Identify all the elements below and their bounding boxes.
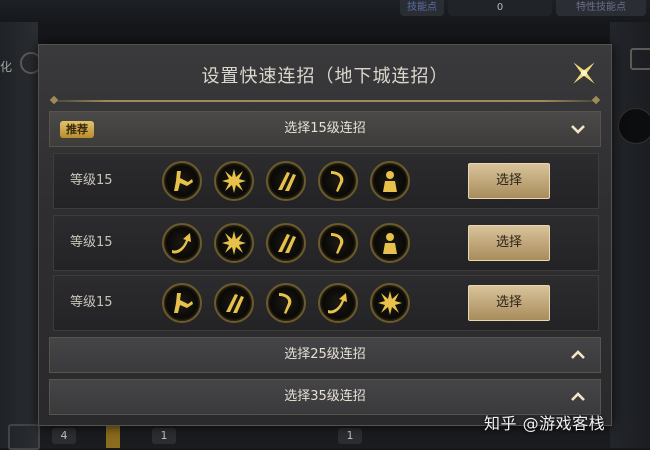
claw-skill-icon (318, 161, 358, 201)
combo-row: 等级15 选择 (53, 215, 599, 271)
bg-slot-count: 1 (152, 428, 176, 444)
dialog-title: 设置快速连招（地下城连招） (201, 66, 449, 87)
bg-gold-bar (106, 425, 120, 448)
slash-skill-icon (266, 223, 306, 263)
fighter-skill-icon (370, 223, 410, 263)
select-combo-button[interactable]: 选择 (468, 163, 550, 199)
slash-skill-icon (266, 161, 306, 201)
bg-trait-points-label: 特性技能点 (556, 0, 646, 16)
section-label: 选择25级连招 (284, 347, 366, 362)
combo-row: 等级15 选择 (53, 275, 599, 331)
combo-level-label: 等级15 (70, 173, 113, 188)
bg-square-icon (630, 48, 650, 70)
section-label: 选择15级连招 (284, 121, 366, 136)
section-level-25[interactable]: 选择25级连招 (49, 337, 601, 373)
burst-skill-icon (214, 161, 254, 201)
claw-skill-icon (318, 223, 358, 263)
quick-combo-dialog: 设置快速连招（地下城连招） 推荐 选择15级连招 等级15 选择 等级15 选择 (38, 44, 612, 426)
bg-left-text: 化 (0, 60, 13, 74)
fighter-skill-icon (370, 161, 410, 201)
bg-corner-icon (8, 424, 40, 450)
bg-skill-points-value: 0 (448, 0, 552, 16)
kick-skill-icon (162, 283, 202, 323)
burst-skill-icon (370, 283, 410, 323)
select-combo-button[interactable]: 选择 (468, 285, 550, 321)
section-label: 选择35级连招 (284, 389, 366, 404)
watermark-text: 知乎 @游戏客栈 (484, 414, 606, 433)
bg-skill-points-label: 技能点 (400, 0, 444, 16)
bg-round-button (618, 108, 650, 144)
claw-skill-icon (266, 283, 306, 323)
uppercut-skill-icon (318, 283, 358, 323)
select-combo-button[interactable]: 选择 (468, 225, 550, 261)
chevron-down-icon (571, 125, 585, 134)
kick-skill-icon (162, 161, 202, 201)
background-top-bar (0, 0, 650, 22)
burst-skill-icon (214, 223, 254, 263)
background-left-panel (0, 22, 38, 448)
combo-row: 等级15 选择 (53, 153, 599, 209)
combo-level-label: 等级15 (70, 295, 113, 310)
sparkle-close-icon[interactable] (567, 56, 601, 90)
chevron-up-icon (571, 392, 585, 401)
slash-skill-icon (214, 283, 254, 323)
bg-slot-count: 4 (52, 428, 76, 444)
uppercut-skill-icon (162, 223, 202, 263)
section-level-15[interactable]: 推荐 选择15级连招 (49, 111, 601, 147)
background-right-panel (610, 22, 650, 448)
bg-slot-count: 1 (338, 428, 362, 444)
title-divider (53, 100, 597, 102)
chevron-up-icon (571, 350, 585, 359)
combo-level-label: 等级15 (70, 235, 113, 250)
